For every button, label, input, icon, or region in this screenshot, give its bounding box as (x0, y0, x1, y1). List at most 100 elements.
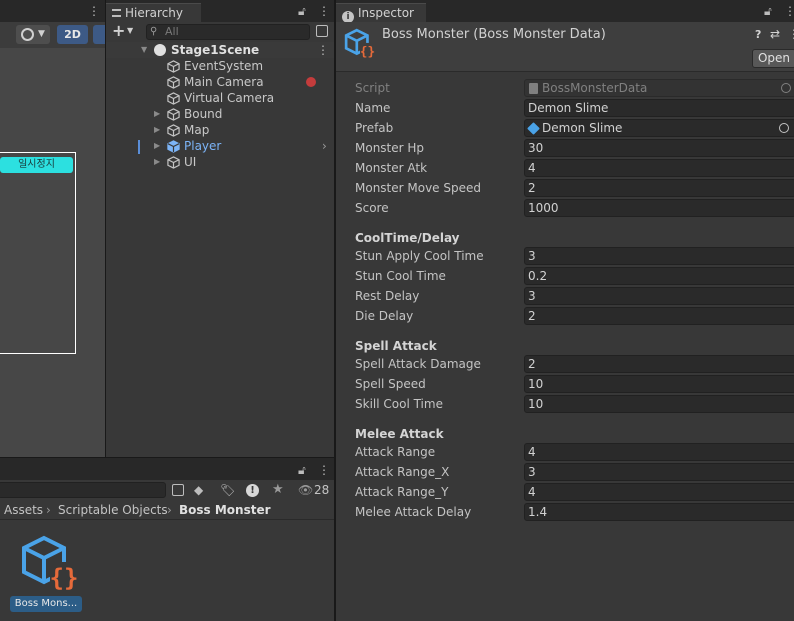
field-input[interactable]: 1000 (524, 199, 794, 217)
object-picker-icon[interactable] (779, 123, 789, 133)
field-label: Attack Range (355, 445, 436, 459)
field-label: Melee Attack Delay (355, 505, 472, 519)
field-input[interactable]: 2 (524, 179, 794, 197)
inspector-panel: i Inspector 🔓︎ ⋮ {} Boss Monster (Boss Mo… (336, 0, 794, 621)
field-label: Spell Speed (355, 377, 426, 391)
field-label: Attack Range_X (355, 465, 450, 479)
field-input[interactable]: 0.2 (524, 267, 794, 285)
add-icon[interactable]: + (112, 22, 125, 40)
expand-arrow-icon[interactable]: ▶ (154, 106, 160, 122)
more-options-icon[interactable]: ⋮ (318, 4, 330, 18)
lock-icon[interactable]: 🔓︎ (298, 463, 306, 477)
expand-arrow-icon[interactable]: ▶ (154, 154, 160, 170)
field-value: 2 (528, 309, 536, 323)
prefab-icon (527, 122, 540, 135)
project-search-input[interactable] (0, 482, 166, 498)
asset-item[interactable]: {} Boss Mons... (10, 534, 82, 614)
object-picker-icon (781, 83, 791, 93)
field-input[interactable]: 10 (524, 395, 794, 413)
prefab-object-field[interactable]: Demon Slime (524, 119, 794, 137)
breadcrumb-scriptable-objects[interactable]: Scriptable Objects (58, 500, 168, 520)
scriptable-object-icon: {} (22, 535, 78, 592)
search-by-type-icon[interactable] (172, 484, 184, 496)
presets-icon[interactable]: ⇄ (770, 27, 780, 41)
field-value: 4 (528, 161, 536, 175)
toggle-2d-button[interactable]: 2D (57, 25, 88, 44)
hierarchy-item[interactable]: Main Camera (106, 74, 334, 90)
field-label: Attack Range_Y (355, 485, 449, 499)
field-input[interactable]: 4 (524, 443, 794, 461)
hierarchy-item[interactable]: ▶ Player (106, 138, 334, 154)
hierarchy-search-input[interactable]: ⚲ All (146, 24, 310, 40)
field-value: 0.2 (528, 269, 548, 283)
hierarchy-item[interactable]: ▶ Bound (106, 106, 334, 122)
hierarchy-item[interactable]: Virtual Camera (106, 90, 334, 106)
tab-hierarchy[interactable]: Hierarchy (106, 3, 201, 22)
hierarchy-item-label: UI (184, 155, 197, 169)
field-input[interactable]: 30 (524, 139, 794, 157)
chevron-down-icon[interactable]: ▼ (127, 24, 133, 38)
hierarchy-item[interactable]: ▶ Map (106, 122, 334, 138)
field-input[interactable]: 10 (524, 375, 794, 393)
script-file-icon (529, 83, 538, 94)
field-input[interactable]: 2 (524, 355, 794, 373)
open-button[interactable]: Open (752, 49, 794, 68)
field-value: 2 (528, 181, 536, 195)
help-icon[interactable]: ? (755, 28, 761, 42)
field-label: Prefab (355, 121, 394, 135)
hierarchy-item-label: Map (184, 123, 210, 137)
gameobject-cube-icon (167, 140, 180, 153)
field-value: 10 (528, 377, 544, 391)
hierarchy-item-label: Virtual Camera (184, 91, 275, 105)
hidden-count: 28 (314, 483, 330, 497)
pause-button[interactable]: 일시정지 (0, 157, 73, 173)
field-input[interactable]: 1.4 (524, 503, 794, 521)
tab-hierarchy-label: Hierarchy (125, 6, 184, 20)
expand-arrow-icon[interactable]: ▼ (141, 42, 147, 58)
label-icon[interactable]: 🏷︎ (220, 482, 235, 498)
expand-arrow-icon[interactable]: ▶ (154, 138, 160, 154)
scene-row[interactable]: ▼ Stage1Scene ⋮ (106, 42, 334, 58)
lock-icon[interactable]: 🔓︎ (298, 4, 306, 18)
gizmo-dropdown[interactable]: ▼ (16, 25, 50, 44)
warning-icon[interactable]: ! (246, 484, 259, 497)
more-options-icon[interactable]: ⋮ (784, 4, 794, 18)
project-panel: 🔓︎ ⋮ ◆ 🏷︎ ! ★ 👁︎ 28 Assets › Scriptable … (0, 458, 334, 621)
field-input[interactable]: Demon Slime (524, 99, 794, 117)
more-options-icon[interactable]: ⋮ (788, 27, 794, 41)
lock-icon[interactable]: 🔓︎ (764, 4, 772, 18)
svg-text:{}: {} (360, 45, 375, 60)
expand-arrow-icon[interactable]: ▶ (154, 122, 160, 138)
field-value: 1000 (528, 201, 559, 215)
field-input[interactable]: 4 (524, 159, 794, 177)
field-input[interactable]: 2 (524, 307, 794, 325)
field-label: Spell Attack Damage (355, 357, 481, 371)
search-placeholder: All (165, 25, 179, 38)
breadcrumb-separator: › (46, 503, 51, 517)
more-options-icon[interactable]: ⋮ (88, 4, 100, 18)
field-input[interactable]: 4 (524, 483, 794, 501)
chevron-right-icon[interactable]: › (322, 138, 327, 154)
field-label: Monster Hp (355, 141, 425, 155)
breadcrumb-boss-monster[interactable]: Boss Monster (179, 500, 271, 520)
scene-canvas[interactable]: 일시정지 (0, 48, 105, 457)
field-input[interactable]: 3 (524, 287, 794, 305)
camera-warning-icon (306, 77, 316, 87)
hierarchy-item[interactable]: ▶ UI (106, 154, 334, 170)
field-input[interactable]: 3 (524, 247, 794, 265)
more-options-icon[interactable]: ⋮ (317, 42, 329, 58)
breadcrumb-assets[interactable]: Assets (4, 500, 43, 520)
script-label: Script (355, 81, 390, 95)
gameobject-cube-icon (167, 76, 180, 89)
filter-type-icon[interactable]: ◆ (194, 482, 203, 498)
field-label: Die Delay (355, 309, 414, 323)
search-by-type-icon[interactable] (316, 25, 328, 37)
eye-icon[interactable]: 👁︎ (298, 482, 313, 498)
field-value: Demon Slime (528, 101, 609, 115)
more-options-icon[interactable]: ⋮ (318, 463, 330, 477)
section-header: Melee Attack (355, 427, 444, 441)
hierarchy-item[interactable]: EventSystem (106, 58, 334, 74)
tab-inspector[interactable]: i Inspector (336, 3, 426, 23)
field-input[interactable]: 3 (524, 463, 794, 481)
star-icon[interactable]: ★ (272, 482, 284, 498)
